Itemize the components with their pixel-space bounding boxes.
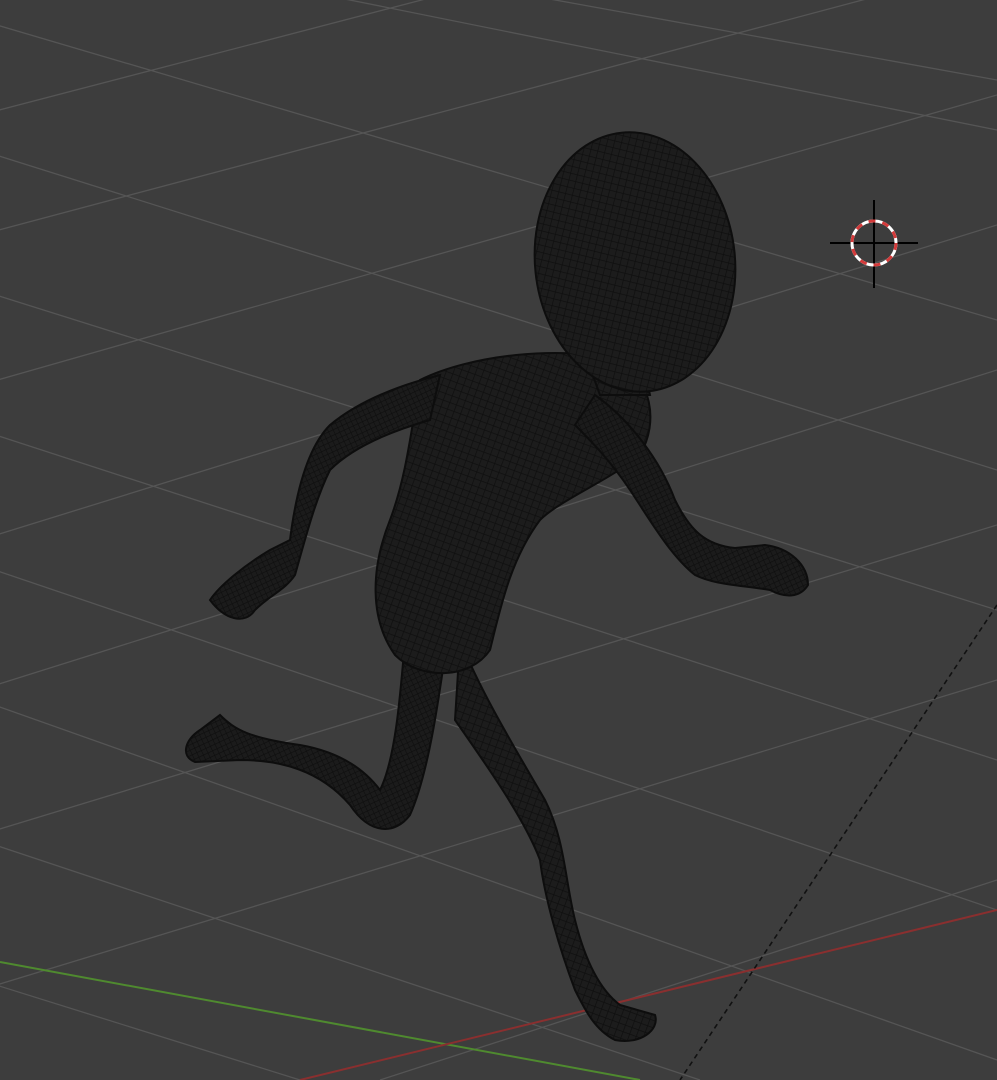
grid-line <box>0 845 701 1080</box>
character-mesh[interactable] <box>185 122 810 1042</box>
character-front-arm <box>573 393 810 597</box>
grid-line <box>0 94 997 380</box>
viewport-canvas[interactable] <box>0 0 997 1080</box>
grid-line <box>551 0 997 81</box>
character-front-leg <box>453 639 657 1042</box>
camera-frustum-line <box>679 604 997 1080</box>
grid-line <box>0 0 425 111</box>
grid-line <box>0 985 301 1080</box>
3d-viewport[interactable] <box>0 0 997 1080</box>
grid-line <box>346 0 997 131</box>
grid-line <box>0 0 865 231</box>
grid-line <box>0 25 997 321</box>
x-axis-line <box>299 909 997 1080</box>
